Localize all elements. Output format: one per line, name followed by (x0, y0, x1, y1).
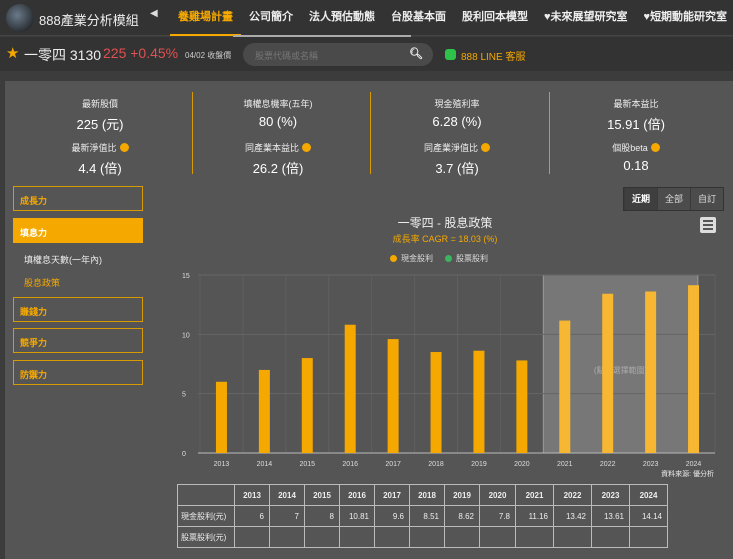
bar-cash-dividend (473, 350, 485, 453)
y-tick-label: 10 (182, 332, 190, 339)
table-cell (479, 526, 516, 548)
table-cell (629, 526, 668, 548)
x-tick-label: 2021 (557, 461, 573, 468)
x-tick-label: 2020 (514, 461, 530, 468)
x-tick-label: 2017 (385, 461, 401, 468)
table-header-cell: 2015 (304, 484, 340, 506)
table-cell: 13.61 (591, 505, 630, 527)
table-cell: 8.62 (444, 505, 480, 527)
x-tick-label: 2016 (342, 461, 358, 468)
table-header-cell: 2013 (234, 484, 270, 506)
table-cell (444, 526, 480, 548)
bar-cash-dividend (301, 358, 313, 453)
row-label: 股票股利(元) (177, 526, 235, 548)
table-header-cell: 2016 (339, 484, 375, 506)
table-corner (177, 484, 235, 506)
bar-cash-dividend (258, 369, 270, 453)
table-cell (234, 526, 270, 548)
table-header-cell: 2020 (479, 484, 516, 506)
table-cell: 14.14 (629, 505, 668, 527)
table-header-cell: 2019 (444, 484, 480, 506)
dividend-chart[interactable]: (點擊選擇範圍) 0 5 10 15 2013 2014 2015 2016 2017 2018 20… (0, 0, 733, 480)
table-cell: 10.81 (339, 505, 375, 527)
bar-cash-dividend (430, 352, 442, 453)
y-tick-label: 15 (182, 273, 190, 280)
table-cell (304, 526, 340, 548)
data-source: 資料來源: 優分析 (661, 471, 714, 478)
bar-cash-dividend (688, 285, 700, 453)
bar-cash-dividend (602, 293, 614, 453)
table-header-cell: 2023 (591, 484, 630, 506)
table-cell (515, 526, 554, 548)
x-tick-label: 2019 (471, 461, 487, 468)
table-row: 股票股利(元) (177, 526, 668, 548)
table-row: 現金股利(元) 6 7 8 10.81 9.6 8.51 8.62 7.8 11.16 13.42 1… (177, 505, 668, 527)
table-cell (374, 526, 410, 548)
table-cell: 11.16 (515, 505, 554, 527)
row-label: 現金股利(元) (177, 505, 235, 527)
bar-cash-dividend (516, 360, 528, 453)
table-cell (339, 526, 375, 548)
x-tick-label: 2015 (300, 461, 316, 468)
selection-hint: (點擊選擇範圍) (594, 365, 648, 375)
table-cell: 7 (269, 505, 305, 527)
bar-cash-dividend (344, 324, 356, 453)
y-tick-label: 5 (182, 392, 186, 399)
table-cell: 6 (234, 505, 270, 527)
bar-cash-dividend (387, 339, 399, 453)
table-cell: 8.51 (409, 505, 445, 527)
dividend-table: 2013 2014 2015 2016 2017 2018 2019 2020 2021 2022… (177, 484, 668, 548)
x-tick-label: 2022 (600, 461, 616, 468)
table-cell: 8 (304, 505, 340, 527)
table-cell (591, 526, 630, 548)
table-header-cell: 2022 (553, 484, 592, 506)
table-header-cell: 2024 (629, 484, 668, 506)
bar-cash-dividend (645, 291, 657, 453)
table-cell (553, 526, 592, 548)
x-tick-label: 2023 (643, 461, 659, 468)
table-header-cell: 2014 (269, 484, 305, 506)
x-tick-label: 2013 (214, 461, 230, 468)
table-header-cell: 2021 (515, 484, 554, 506)
table-cell: 13.42 (553, 505, 592, 527)
x-tick-label: 2014 (257, 461, 273, 468)
table-cell (269, 526, 305, 548)
table-header-row: 2013 2014 2015 2016 2017 2018 2019 2020 2021 2022… (177, 484, 668, 506)
bar-cash-dividend (559, 320, 571, 453)
table-cell (409, 526, 445, 548)
y-tick-label: 0 (182, 451, 186, 458)
x-tick-label: 2018 (428, 461, 444, 468)
x-tick-label: 2024 (686, 461, 702, 468)
table-header-cell: 2018 (409, 484, 445, 506)
table-cell: 7.8 (479, 505, 516, 527)
bar-cash-dividend (215, 381, 227, 453)
table-cell: 9.6 (374, 505, 410, 527)
table-header-cell: 2017 (374, 484, 410, 506)
